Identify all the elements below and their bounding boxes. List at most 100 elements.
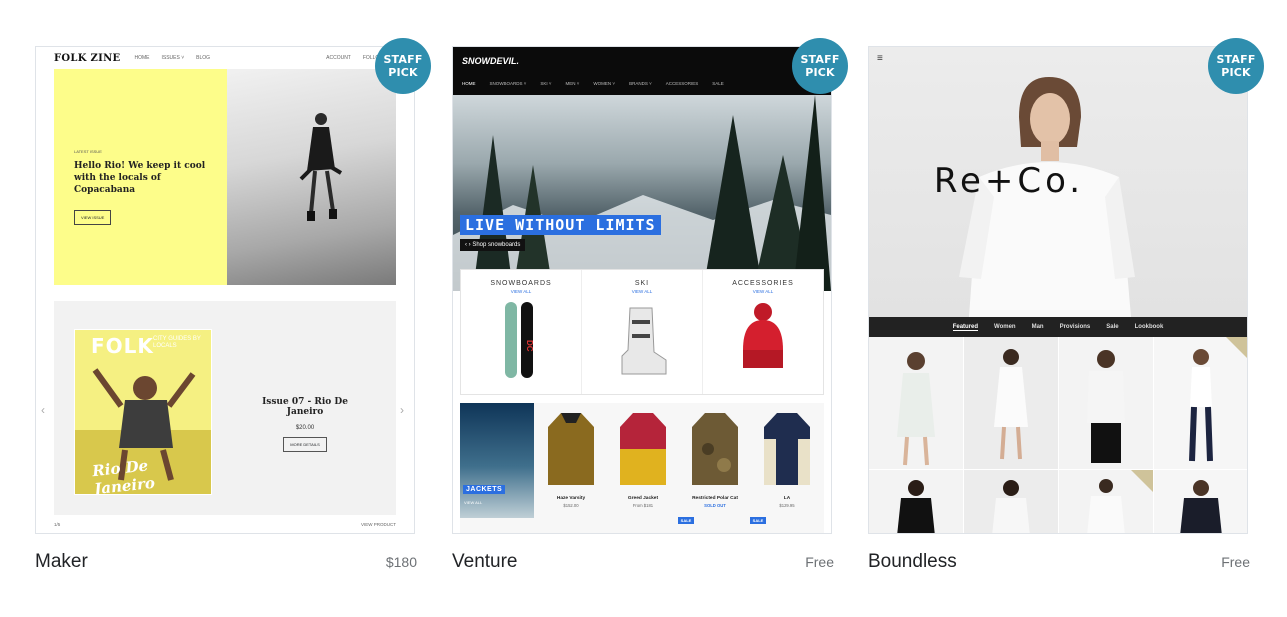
venture-product-grid: JACKETS VIEW ALL Haze Varsity $152.00 Gr… [460,403,824,533]
theme-card-venture[interactable]: SNOWDEVIL. HOME SNOWBOARDS ˅ SKI ˅ MEN ˅… [452,38,848,572]
product-card: LA $129.95 [752,403,822,518]
theme-name[interactable]: Maker [35,551,88,573]
product-status: SOLD OUT [704,503,726,508]
theme-preview-maker[interactable]: FOLK ZINE HOME ISSUES ˅ BLOG ACCOUNT FOL… [35,46,415,534]
product-price: $129.95 [779,503,795,508]
maker-hero-panel: LATEST ISSUE Hello Rio! We keep it cool … [54,69,227,285]
boundless-nav: Featured Women Man Provisions Sale Lookb… [869,317,1247,337]
chevron-right-icon: › [400,403,404,417]
sale-badge: SALE [750,517,766,524]
maker-issue-button: MORE DETAILS [283,437,327,452]
venture-categories: SNOWBOARDS VIEW ALL DC SKI VIEW ALL ACCE… [460,269,824,395]
jacket-image [548,413,594,485]
product-card: Restricted Polar Cat SOLD OUT [680,403,750,518]
theme-price: Free [1221,554,1250,570]
theme-card-boundless[interactable]: ≡ Re+Co. Featured Women Man Provisions S… [868,38,1264,572]
venture-nav-item: WOMEN ˅ [593,81,616,86]
product-tile-image [869,470,963,533]
venture-nav-item: MEN ˅ [565,81,580,86]
magazine-subtitle: CITY GUIDES BY LOCALS [153,336,201,349]
product-tile-image [964,337,1058,469]
theme-name[interactable]: Boundless [868,551,957,573]
venture-nav-item: SKI ˅ [540,81,552,86]
maker-hero-eyebrow: LATEST ISSUE [74,149,102,154]
boundless-logo: Re+Co. [933,161,1085,201]
maker-nav: FOLK ZINE HOME ISSUES ˅ BLOG ACCOUNT FOL… [36,47,414,69]
venture-nav-item: BRANDS ˅ [629,81,652,86]
maker-logo: FOLK ZINE [54,52,121,64]
category-title: ACCESSORIES [732,280,794,287]
theme-price: Free [805,554,834,570]
staff-pick-badge: STAFF PICK [792,38,848,94]
model-figure-image [299,113,343,221]
corner-ribbon [1226,337,1247,359]
collection-link: VIEW ALL [464,500,483,505]
product-tile-image [964,470,1058,533]
venture-category: ACCESSORIES VIEW ALL [703,270,823,394]
product-name: Greed Jacket [627,496,659,501]
jacket-image [620,413,666,485]
theme-card-maker[interactable]: FOLK ZINE HOME ISSUES ˅ BLOG ACCOUNT FOL… [35,38,431,572]
theme-grid: FOLK ZINE HOME ISSUES ˅ BLOG ACCOUNT FOL… [35,38,1264,586]
venture-nav-item: HOME [462,81,476,86]
boundless-nav-item: Sale [1106,324,1119,330]
boundless-nav-item: Man [1031,324,1044,330]
venture-logo: SNOWDEVIL. [462,56,520,66]
category-title: SKI [634,280,650,287]
theme-price: $180 [385,554,417,570]
maker-nav-item: ACCOUNT [326,55,351,61]
maker-hero-photo [227,69,396,285]
maker-nav-item: BLOG [196,55,211,61]
maker-issue-title: Issue 07 - Rio De Janeiro [262,397,348,417]
product-card: Greed Jacket From $181 [608,403,678,518]
theme-preview-boundless[interactable]: ≡ Re+Co. Featured Women Man Provisions S… [868,46,1248,534]
product-tile-image [1154,470,1247,533]
maker-hero-button: VIEW ISSUE [74,210,112,225]
theme-meta: Maker $180 [35,551,417,573]
venture-nav-item: SNOWBOARDS ˅ [489,81,527,86]
maker-hero: LATEST ISSUE Hello Rio! We keep it cool … [54,69,396,285]
staff-pick-badge: STAFF PICK [375,38,431,94]
boundless-nav-item: Women [994,324,1016,330]
maker-nav-item: HOME [134,55,150,61]
maker-pagination: 1/5 [54,522,61,527]
venture-category: SNOWBOARDS VIEW ALL DC [461,270,582,394]
venture-nav-item: ACCESSORIES [665,81,699,86]
category-title: SNOWBOARDS [490,280,552,287]
maker-view-product: VIEW PRODUCT [360,522,396,527]
venture-hero-image: LIVE WITHOUT LIMITS ‹ › Shop snowboards [453,95,831,291]
staff-pick-badge: STAFF PICK [1208,38,1264,94]
product-tile-image [1059,470,1153,533]
snowboard-image: DC [505,302,534,378]
maker-product-section: FOLK CITY GUIDES BY LOCALS Rio De Janeir… [54,301,396,515]
theme-meta: Boundless Free [868,551,1250,573]
boundless-nav-item: Featured [952,323,979,331]
theme-preview-venture[interactable]: SNOWDEVIL. HOME SNOWBOARDS ˅ SKI ˅ MEN ˅… [452,46,832,534]
maker-issue-price: $20.00 [295,425,315,431]
venture-category: SKI VIEW ALL [582,270,703,394]
jacket-image [764,413,810,485]
venture-hero-tagline: LIVE WITHOUT LIMITS [460,215,661,235]
magazine-title: FOLK [91,334,154,358]
maker-nav-item: ISSUES ˅ [161,55,185,61]
boundless-nav-item: Provisions [1059,324,1091,330]
category-link: VIEW ALL [631,289,653,294]
product-card: Haze Varsity $152.00 [536,403,606,518]
collection-label: JACKETS [463,485,506,494]
product-name: Restricted Polar Cat [692,496,738,501]
boundless-hero-image: ≡ Re+Co. [869,47,1247,317]
chevron-left-icon: ‹ [41,403,45,417]
venture-nav: HOME SNOWBOARDS ˅ SKI ˅ MEN ˅ WOMEN ˅ BR… [462,81,738,86]
beanie-image [743,303,783,368]
category-link: VIEW ALL [510,289,532,294]
category-link: VIEW ALL [752,289,774,294]
venture-collection-tile: JACKETS VIEW ALL [460,403,534,518]
product-tile-image [869,337,963,469]
product-price: From $181 [632,503,654,508]
theme-name[interactable]: Venture [452,551,518,573]
product-tile-image [1059,337,1153,469]
venture-header: SNOWDEVIL. HOME SNOWBOARDS ˅ SKI ˅ MEN ˅… [453,47,831,95]
boundless-nav-item: Lookbook [1134,324,1164,330]
product-name: Haze Varsity [556,496,586,501]
maker-footer: 1/5 VIEW PRODUCT [54,522,396,527]
